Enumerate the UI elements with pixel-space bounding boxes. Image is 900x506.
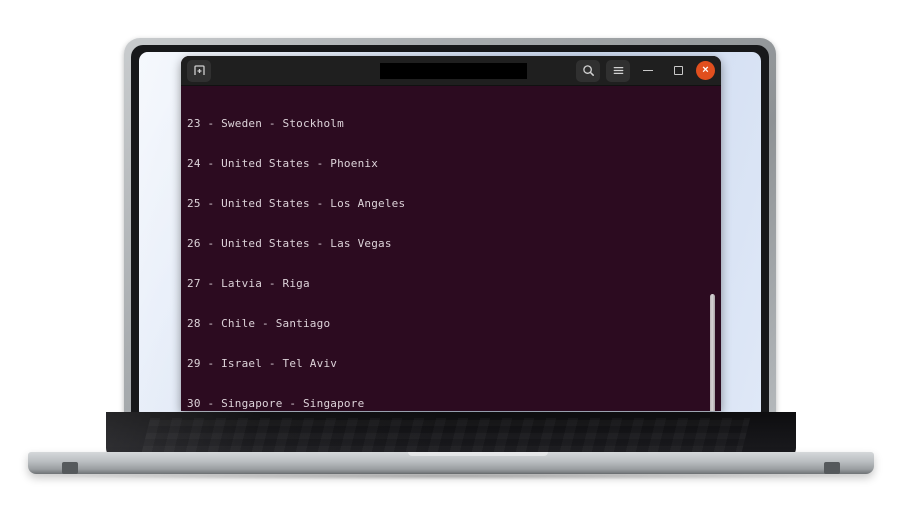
list-item: 29 - Israel - Tel Aviv <box>187 356 338 370</box>
list-item: 24 - United States - Phoenix <box>187 156 379 170</box>
laptop-device: × 23 - Sweden - Stockholm 24 - United St… <box>0 0 900 506</box>
list-item: 27 - Latvia - Riga <box>187 276 310 290</box>
list-item: 25 - United States - Los Angeles <box>187 196 406 210</box>
base-notch <box>408 452 548 456</box>
window-title-redaction <box>380 63 527 79</box>
scene: × 23 - Sweden - Stockholm 24 - United St… <box>0 0 900 506</box>
list-item: 28 - Chile - Santiago <box>187 316 331 330</box>
maximize-icon <box>673 66 683 75</box>
minimize-icon <box>643 69 653 72</box>
terminal-server-list: 23 - Sweden - Stockholm 24 - United Stat… <box>185 90 721 411</box>
terminal-titlebar[interactable]: × <box>181 56 721 86</box>
list-item: 26 - United States - Las Vegas <box>187 236 392 250</box>
terminal-output-area[interactable]: 23 - Sweden - Stockholm 24 - United Stat… <box>181 86 721 411</box>
titlebar-controls: × <box>576 59 715 82</box>
close-button[interactable]: × <box>696 61 715 80</box>
scrollbar-thumb[interactable] <box>710 294 715 411</box>
maximize-button[interactable] <box>666 60 690 82</box>
close-icon: × <box>702 64 709 76</box>
new-tab-terminal-icon[interactable] <box>187 59 211 82</box>
minimize-button[interactable] <box>636 60 660 82</box>
laptop-base <box>28 452 874 474</box>
search-icon[interactable] <box>576 59 600 82</box>
list-item: 23 - Sweden - Stockholm <box>187 116 344 130</box>
terminal-scrollbar[interactable] <box>708 86 718 411</box>
terminal-window[interactable]: × 23 - Sweden - Stockholm 24 - United St… <box>181 56 721 411</box>
hamburger-menu-icon[interactable] <box>606 59 630 82</box>
list-item: 30 - Singapore - Singapore <box>187 396 365 410</box>
laptop-drop-shadow <box>40 472 864 480</box>
